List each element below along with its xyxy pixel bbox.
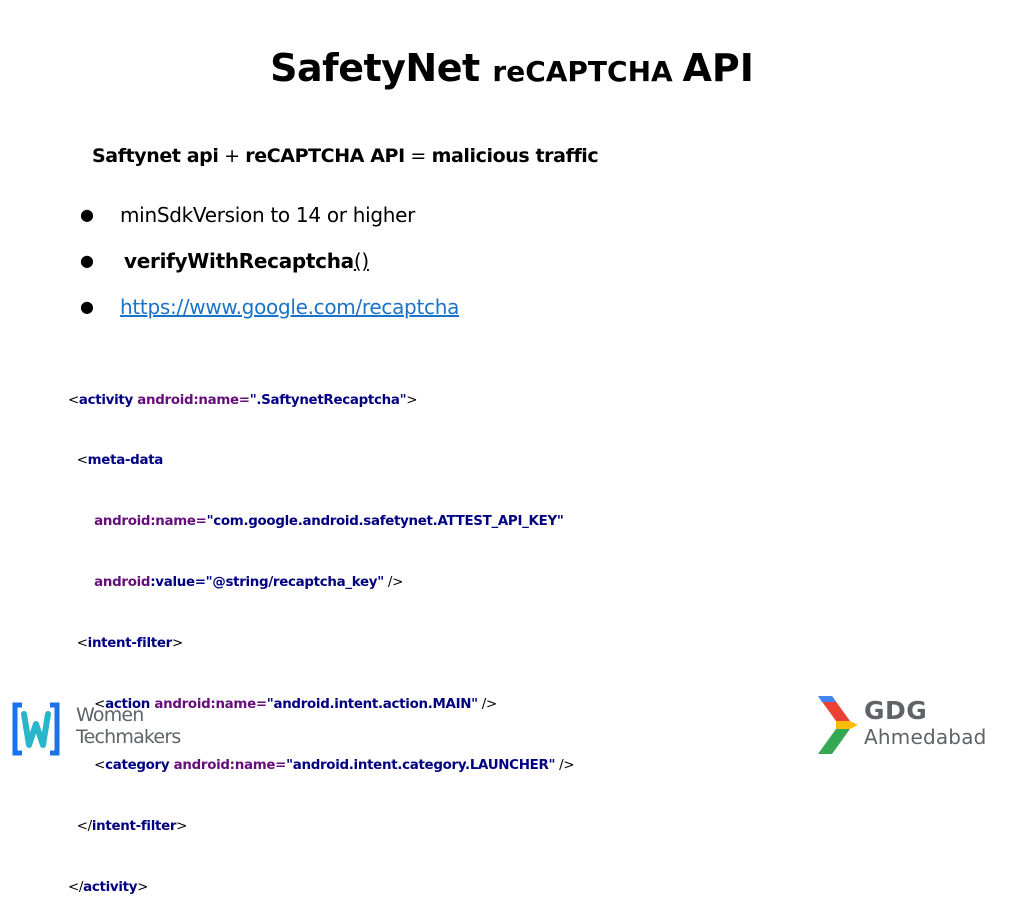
code-snippet: <activity android:name=".SaftynetRecaptc… [68, 350, 575, 918]
gdg-wordmark: GDG [864, 696, 928, 725]
code-tag: meta-data [87, 453, 164, 469]
code-tag: intent-filter [87, 636, 173, 652]
wtm-line-1: Women [76, 704, 144, 726]
method-parens: () [353, 249, 369, 273]
code-value: "com.google.android.safetynet.ATTEST_API… [206, 514, 564, 530]
subtitle-a: Saftynet api [92, 145, 219, 167]
code-line: </intent-filter> [68, 817, 574, 837]
code-line: android:name="com.google.android.safetyn… [68, 512, 574, 532]
slide-title: SafetyNet reCAPTCHA API [0, 46, 1024, 90]
code-line: </activity> [68, 878, 574, 898]
code-attr: android:name= [94, 514, 207, 530]
code-punct: </ [76, 818, 92, 834]
code-punct: < [94, 757, 106, 773]
title-part-1: SafetyNet [270, 46, 493, 90]
code-line: <meta-data [68, 451, 574, 471]
bullet-text: minSdkVersion to 14 or higher [120, 203, 416, 227]
code-punct: < [76, 453, 88, 469]
code-punct: > [171, 636, 183, 652]
code-punct: </ [68, 879, 84, 895]
code-line: <intent-filter> [68, 634, 574, 654]
code-line: android:value="@string/recaptcha_key" /> [68, 573, 574, 593]
women-techmakers-logo: Women Techmakers [12, 700, 182, 758]
wtm-line-2: Techmakers [76, 726, 181, 748]
subtitle-eq: = [404, 145, 432, 167]
code-punct: /> [383, 575, 403, 591]
code-punct: > [176, 818, 188, 834]
slide-subtitle: Saftynet api + reCAPTCHA API = malicious… [92, 145, 599, 167]
women-techmakers-wordmark: Women Techmakers [76, 704, 181, 748]
method-name: verifyWithRecaptcha [124, 249, 354, 273]
code-tag: intent-filter [91, 818, 177, 834]
code-attr: android:name= [132, 392, 250, 408]
code-value: "android.intent.action.MAIN" [266, 697, 478, 713]
title-part-2: reCAPTCHA [492, 55, 683, 88]
code-attr: android:name= [169, 757, 287, 773]
code-attr: :value= [150, 575, 206, 591]
code-punct: /> [555, 757, 575, 773]
code-punct: < [76, 636, 88, 652]
bullet-dot-icon: ● [80, 297, 94, 316]
bullet-dot-icon: ● [80, 205, 94, 224]
subtitle-c: malicious traffic [431, 145, 599, 167]
code-value: "android.intent.category.LAUNCHER" [286, 757, 556, 773]
bullet-text: verifyWithRecaptcha() [124, 246, 369, 276]
code-line: <activity android:name=".SaftynetRecaptc… [68, 391, 574, 411]
code-attr: android [94, 575, 151, 591]
gdg-ahmedabad-logo: GDG Ahmedabad [816, 694, 1012, 758]
gdg-chevron-icon [818, 696, 858, 754]
code-value: ".SaftynetRecaptcha" [249, 392, 407, 408]
code-tag: category [105, 757, 170, 773]
code-punct: > [406, 392, 418, 408]
bullet-dot-icon: ● [80, 251, 94, 270]
code-tag: activity [83, 879, 138, 895]
code-punct: < [68, 392, 79, 408]
code-value: "@string/recaptcha_key" [205, 575, 385, 591]
recaptcha-link[interactable]: https://www.google.com/recaptcha [120, 292, 459, 322]
title-part-3: API [682, 46, 754, 90]
subtitle-plus: + [218, 145, 246, 167]
code-line: <category android:name="android.intent.c… [68, 756, 574, 776]
code-tag: activity [78, 392, 133, 408]
gdg-city: Ahmedabad [864, 725, 987, 749]
code-punct: /> [477, 697, 497, 713]
code-punct: > [137, 879, 149, 895]
women-techmakers-icon [12, 702, 60, 756]
subtitle-b: reCAPTCHA API [245, 145, 405, 167]
